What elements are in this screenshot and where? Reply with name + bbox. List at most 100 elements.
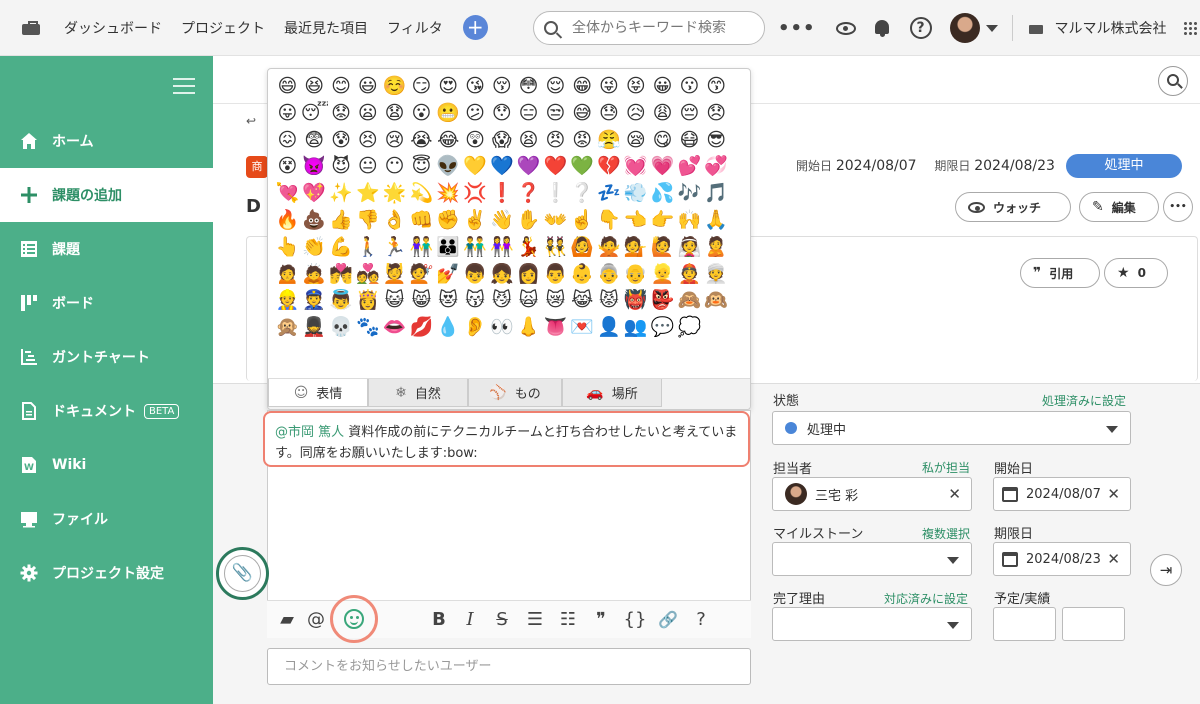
search-input[interactable] [572,20,752,36]
emoji-item[interactable]: 👳 [703,261,730,288]
emoji-item[interactable]: 😾 [596,287,623,314]
watch-button[interactable]: ウォッチ [955,192,1071,222]
emoji-item[interactable]: ✨ [328,180,355,207]
emoji-item[interactable]: 👿 [301,153,328,180]
emoji-item[interactable]: 👸 [354,287,381,314]
emoji-item[interactable]: 😤 [596,127,623,154]
emoji-item[interactable]: 💌 [569,314,596,341]
emoji-item[interactable]: 👄 [381,314,408,341]
assign-me-link[interactable]: 私が担当 [922,459,970,476]
emoji-item[interactable]: 💛 [462,153,489,180]
collapse-panel-button[interactable]: ⇥ [1150,554,1182,586]
emoji-item[interactable]: 💙 [488,153,515,180]
emoji-item[interactable]: 👼 [328,287,355,314]
emoji-item[interactable]: 🙊 [274,314,301,341]
emoji-item[interactable]: 😝 [622,73,649,100]
emoji-item[interactable]: 😥 [622,100,649,127]
emoji-item[interactable]: 🙌 [676,207,703,234]
code-icon[interactable]: {} [619,609,651,630]
emoji-item[interactable]: 👴 [622,261,649,288]
emoji-item[interactable]: 😯 [488,100,515,127]
briefcase-icon[interactable] [22,20,40,35]
emoji-item[interactable]: 🎶 [676,180,703,207]
estimated-hours-input[interactable] [993,607,1056,641]
emoji-item[interactable]: 💖 [301,180,328,207]
help-icon[interactable]: ? [685,609,717,630]
emoji-item[interactable]: 🐾 [354,314,381,341]
emoji-item[interactable]: 💤 [596,180,623,207]
emoji-item[interactable]: 😵 [274,153,301,180]
strikethrough-icon[interactable]: S [487,609,517,630]
emoji-item[interactable]: 💀 [328,314,355,341]
emoji-item[interactable]: 😡 [569,127,596,154]
clear-icon[interactable]: ✕ [1107,485,1120,503]
milestone-select[interactable] [772,542,972,576]
emoji-item[interactable]: 💏 [328,261,355,288]
emoji-item[interactable]: 😧 [381,100,408,127]
emoji-item[interactable]: 👐 [542,207,569,234]
hamburger-icon[interactable] [173,78,195,94]
emoji-item[interactable]: 😨 [301,127,328,154]
emoji-item[interactable]: 👶 [569,261,596,288]
watch-eye-icon[interactable] [835,21,856,35]
emoji-item[interactable]: 👷 [274,287,301,314]
bold-icon[interactable]: B [425,609,453,630]
emoji-item[interactable]: 💬 [649,314,676,341]
emoji-item[interactable]: 💢 [462,180,489,207]
emoji-item[interactable]: 👇 [596,207,623,234]
emoji-item[interactable]: 👀 [488,314,515,341]
emoji-item[interactable]: 😞 [703,100,730,127]
emoji-item[interactable]: 😎 [703,127,730,154]
emoji-item[interactable]: 🚶 [354,234,381,261]
emoji-item[interactable]: ❔ [569,180,596,207]
emoji-item[interactable]: 😹 [569,287,596,314]
emoji-item[interactable]: 😦 [354,100,381,127]
emoji-item[interactable]: 😂 [435,127,462,154]
emoji-item[interactable]: 😮 [408,100,435,127]
emoji-item[interactable]: 💜 [515,153,542,180]
emoji-item[interactable]: ❤️ [542,153,569,180]
emoji-item[interactable]: ✋ [515,207,542,234]
emoji-item[interactable]: 💗 [649,153,676,180]
emoji-item[interactable]: 💑 [354,261,381,288]
emoji-item[interactable]: 🙉 [703,287,730,314]
emoji-item[interactable]: 👃 [515,314,542,341]
emoji-item[interactable]: 😜 [596,73,623,100]
emoji-item[interactable]: 👆 [274,234,301,261]
notify-users-input[interactable]: コメントをお知らせしたいユーザー [267,648,751,685]
emoji-item[interactable]: 🙅 [596,234,623,261]
emoji-item[interactable]: 😭 [408,127,435,154]
emoji-item[interactable]: 🙎 [703,234,730,261]
emoji-item[interactable]: 👫 [408,234,435,261]
emoji-item[interactable]: 😄 [274,73,301,100]
emoji-item[interactable]: 😟 [328,100,355,127]
emoji-item[interactable]: 👎 [354,207,381,234]
emoji-item[interactable]: 😷 [676,127,703,154]
emoji-item[interactable]: ⭐ [354,180,381,207]
emoji-item[interactable]: 😲 [462,127,489,154]
resolution-select[interactable] [772,607,972,641]
emoji-item[interactable]: 👺 [649,287,676,314]
emoji-item[interactable]: 😸 [408,287,435,314]
tab-emoji-faces[interactable]: ☺ 表情 [268,379,368,407]
emoji-item[interactable]: 💧 [435,314,462,341]
sidebar-item-add-issue[interactable]: 課題の追加 [0,168,213,222]
emoji-item[interactable]: 😗 [676,73,703,100]
back-icon[interactable]: ↩ [246,114,256,128]
clear-icon[interactable]: ✕ [948,485,961,503]
emoji-item[interactable]: 😍 [435,73,462,100]
emoji-item[interactable]: 😿 [542,287,569,314]
sidebar-item-gantt[interactable]: ガントチャート [0,330,213,384]
emoji-item[interactable]: 💔 [596,153,623,180]
emoji-item[interactable]: 😔 [676,100,703,127]
sidebar-item-board[interactable]: ボード [0,276,213,330]
emoji-item[interactable]: 👨 [542,261,569,288]
emoji-item[interactable]: 👽 [435,153,462,180]
emoji-item[interactable]: 👏 [301,234,328,261]
emoji-item[interactable]: 💆 [381,261,408,288]
emoji-item[interactable]: 👦 [462,261,489,288]
emoji-item[interactable]: 😓 [596,100,623,127]
emoji-item[interactable]: ✊ [435,207,462,234]
emoji-item[interactable]: 👤 [596,314,623,341]
set-resolved-link[interactable]: 処理済みに設定 [1042,392,1126,409]
